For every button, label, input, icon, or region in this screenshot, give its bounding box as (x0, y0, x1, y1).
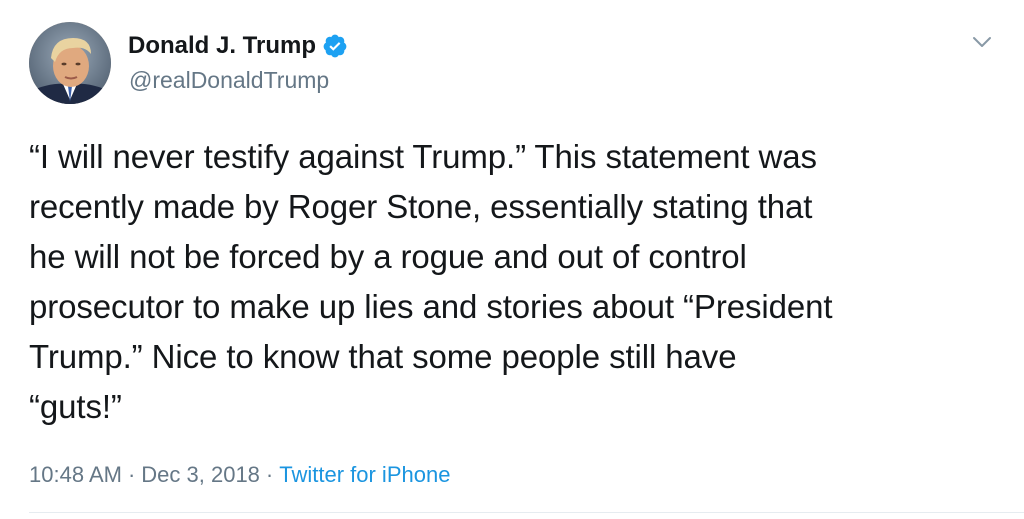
avatar-image (29, 22, 111, 104)
verified-badge-icon (322, 33, 348, 59)
separator: · (265, 462, 274, 487)
tweet-text: “I will never testify against Trump.” Th… (29, 138, 833, 425)
author-display-name[interactable]: Donald J. Trump (128, 30, 316, 62)
author-row: Donald J. Trump (128, 30, 348, 62)
tweet-metadata: 10:48 AM · Dec 3, 2018 · Twitter for iPhone (29, 458, 450, 492)
tweet-time[interactable]: 10:48 AM (29, 462, 122, 487)
tweet-date[interactable]: Dec 3, 2018 (141, 462, 260, 487)
tweet-card: Donald J. Trump @realDonaldTrump “I will… (0, 0, 1024, 519)
avatar[interactable] (29, 22, 111, 104)
tweet-source-link[interactable]: Twitter for iPhone (279, 462, 450, 487)
separator: · (127, 462, 136, 487)
divider (29, 512, 1024, 513)
chevron-down-icon[interactable] (969, 32, 995, 52)
author-handle[interactable]: @realDonaldTrump (129, 64, 329, 96)
